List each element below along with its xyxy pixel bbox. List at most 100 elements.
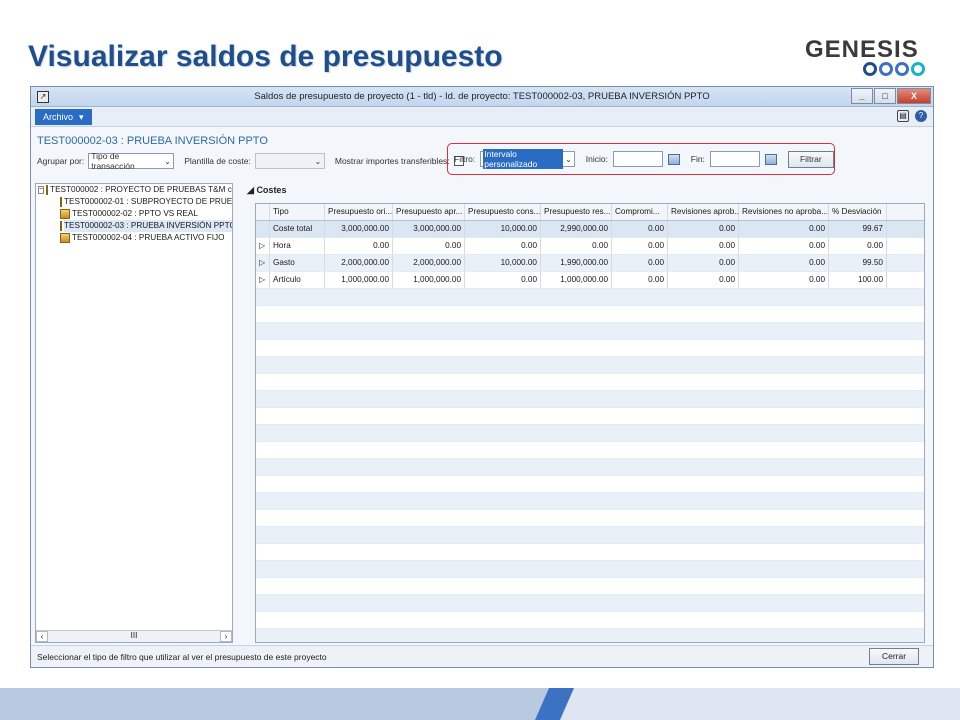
table-cell: 0.00 [325, 238, 393, 254]
agrupar-select[interactable]: Tipo de transacción ⌄ [88, 151, 175, 171]
maximize-button[interactable]: □ [874, 88, 896, 104]
collapse-triangle-icon[interactable]: ◢ [247, 185, 254, 195]
fin-date-input[interactable] [709, 151, 761, 167]
tree-item-selected[interactable]: TEST000002-03 : PRUEBA INVERSIÓN PPTO [36, 220, 232, 232]
empty-row [256, 306, 924, 323]
project-icon [60, 209, 70, 219]
close-button[interactable]: X [897, 88, 931, 104]
column-header[interactable]: % Desviación [829, 204, 887, 220]
column-header[interactable]: Presupuesto ori... [325, 204, 393, 220]
empty-row [256, 510, 924, 527]
column-header[interactable]: Presupuesto cons... [465, 204, 541, 220]
section-title-label: Costes [256, 185, 287, 195]
column-header[interactable]: Presupuesto apr... [393, 204, 465, 220]
filtro-select[interactable]: Intervalo personalizado ⌄ [480, 149, 575, 169]
column-header[interactable]: Revisiones no aproba... [739, 204, 829, 220]
help-icon[interactable]: ? [915, 110, 927, 122]
table-cell: 2,990,000.00 [541, 221, 612, 237]
table-row-total[interactable]: Coste total 3,000,000.00 3,000,000.00 10… [256, 221, 924, 238]
empty-row [256, 544, 924, 561]
tree-item-label: TEST000002-01 : SUBPROYECTO DE PRUEBA [64, 197, 232, 206]
empty-row [256, 357, 924, 374]
plantilla-select[interactable]: ⌄ [254, 153, 325, 169]
minimize-button[interactable]: _ [851, 88, 873, 104]
archivo-label: Archivo [43, 111, 74, 122]
table-cell: 99.50 [829, 255, 887, 271]
chevron-down-icon: ▾ [79, 111, 84, 122]
tree-horizontal-scrollbar[interactable]: ‹ III › [36, 630, 232, 642]
table-row[interactable]: ▷ Gasto 2,000,000.00 2,000,000.00 10,000… [256, 255, 924, 272]
table-cell: 0.00 [541, 238, 612, 254]
empty-row [256, 374, 924, 391]
collapse-icon[interactable]: − [38, 186, 45, 194]
tree-item-label: TEST000002-04 : PRUEBA ACTIVO FIJO [72, 233, 225, 242]
tree-item[interactable]: TEST000002-01 : SUBPROYECTO DE PRUEBA [36, 196, 232, 208]
table-cell: 2,000,000.00 [393, 255, 465, 271]
logo-text: GENESIS [805, 36, 919, 63]
filtrar-button[interactable]: Filtrar [787, 150, 834, 168]
tree-item[interactable]: TEST000002-02 : PPTO VS REAL [36, 208, 232, 220]
window-controls: _ □ X [851, 88, 931, 104]
expand-icon[interactable]: ▷ [256, 272, 270, 288]
table-cell: 3,000,000.00 [325, 221, 393, 237]
empty-row [256, 289, 924, 306]
inicio-date-input[interactable] [612, 151, 664, 167]
calendar-icon[interactable] [668, 153, 680, 165]
table-row[interactable]: ▷ Hora 0.00 0.00 0.00 0.00 0.00 0.00 0.0… [256, 238, 924, 255]
table-cell: 0.00 [612, 255, 668, 271]
project-icon [60, 221, 62, 231]
table-cell: 10,000.00 [465, 221, 541, 237]
tree-item[interactable]: TEST000002-04 : PRUEBA ACTIVO FIJO [36, 232, 232, 244]
column-header[interactable]: Presupuesto res... [541, 204, 612, 220]
calendar-icon[interactable] [765, 153, 777, 165]
section-title[interactable]: ◢ Costes [239, 183, 929, 197]
table-row[interactable]: ▷ Artículo 1,000,000.00 1,000,000.00 0.0… [256, 272, 924, 289]
cerrar-button[interactable]: Cerrar [869, 648, 919, 665]
table-cell: 0.00 [465, 238, 541, 254]
column-header[interactable]: Tipo [270, 204, 325, 220]
empty-row [256, 476, 924, 493]
menubar-icons: ▤ ? [897, 110, 927, 122]
empty-row [256, 612, 924, 629]
logo-circles-icon [863, 62, 925, 76]
scroll-thumb[interactable]: III [131, 631, 138, 642]
plantilla-label: Plantilla de coste: [184, 156, 251, 166]
expand-icon[interactable]: ▷ [256, 255, 270, 271]
table-cell: 100.00 [829, 272, 887, 288]
empty-row [256, 425, 924, 442]
menubar: Archivo ▾ ▤ ? [31, 107, 933, 127]
table-cell: 0.00 [668, 272, 739, 288]
table-cell: 0.00 [668, 238, 739, 254]
costs-grid: Tipo Presupuesto ori... Presupuesto apr.… [255, 203, 925, 643]
window-titlebar[interactable]: ↗ Saldos de presupuesto de proyecto (1 -… [31, 87, 933, 107]
inicio-label: Inicio: [585, 154, 608, 164]
column-header[interactable]: Compromi... [612, 204, 668, 220]
filter-highlight-box: Filtro: Intervalo personalizado ⌄ Inicio… [447, 143, 835, 175]
scroll-right-icon[interactable]: › [219, 631, 232, 642]
table-cell: 0.00 [612, 272, 668, 288]
scroll-left-icon[interactable]: ‹ [36, 631, 48, 642]
table-cell: 1,000,000.00 [325, 272, 393, 288]
tree-root-label: TEST000002 : PROYECTO DE PRUEBAS T&M con [50, 185, 232, 194]
table-cell: 0.00 [668, 255, 739, 271]
archivo-menu[interactable]: Archivo ▾ [35, 108, 92, 125]
agrupar-value: Tipo de transacción [91, 151, 135, 171]
column-header[interactable]: Revisiones aprob... [668, 204, 739, 220]
slide: Visualizar saldos de presupuesto GENESIS… [0, 0, 960, 720]
layout-icon[interactable]: ▤ [897, 110, 909, 122]
project-icon [46, 185, 49, 195]
table-cell: 1,000,000.00 [541, 272, 612, 288]
table-cell: 0.00 [829, 238, 887, 254]
expand-icon[interactable]: ▷ [256, 238, 270, 254]
project-icon [60, 233, 70, 243]
body-area: − TEST000002 : PROYECTO DE PRUEBAS T&M c… [35, 183, 929, 643]
table-cell: 0.00 [465, 272, 541, 288]
empty-row [256, 527, 924, 544]
table-cell: Coste total [270, 221, 325, 237]
table-cell: 0.00 [739, 238, 829, 254]
table-cell: 3,000,000.00 [393, 221, 465, 237]
table-cell: 0.00 [739, 255, 829, 271]
mostrar-label: Mostrar importes transferibles: [334, 156, 450, 166]
tree-root[interactable]: − TEST000002 : PROYECTO DE PRUEBAS T&M c… [36, 184, 232, 196]
empty-row [256, 442, 924, 459]
